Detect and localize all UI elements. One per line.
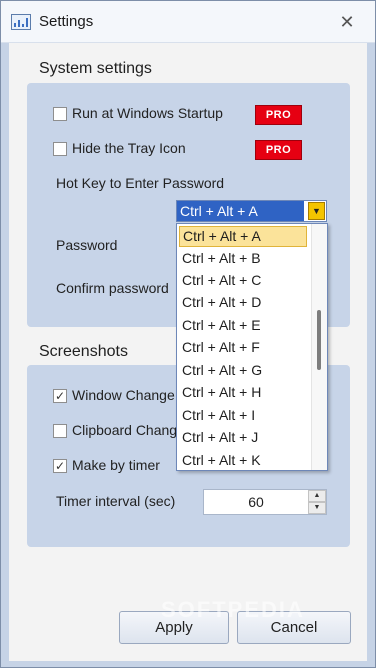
hide-tray-icon-label: Hide the Tray Icon [72, 140, 186, 156]
chevron-down-icon[interactable]: ▼ [308, 202, 325, 220]
timer-interval-spinner[interactable]: 60 ▲ ▼ [203, 489, 327, 515]
hotkey-selected-value[interactable]: Ctrl + Alt + A [177, 201, 304, 221]
hotkey-dropdown-list[interactable]: Ctrl + Alt + A Ctrl + Alt + B Ctrl + Alt… [176, 223, 328, 471]
timer-interval-label: Timer interval (sec) [56, 493, 176, 509]
run-at-startup-checkbox[interactable] [53, 107, 67, 121]
spin-down-icon[interactable]: ▼ [308, 502, 326, 514]
softpedia-watermark: SOFTPEDIA [161, 597, 305, 622]
hotkey-option[interactable]: Ctrl + Alt + B [179, 248, 307, 269]
make-by-timer-checkbox[interactable]: ✓ [53, 459, 67, 473]
hotkey-label: Hot Key to Enter Password [56, 175, 225, 191]
hotkey-option[interactable]: Ctrl + Alt + D [179, 292, 307, 313]
hotkey-option[interactable]: Ctrl + Alt + G [179, 360, 307, 381]
make-by-timer-label: Make by timer [72, 457, 160, 473]
title-bar[interactable]: Settings ✕ [1, 1, 375, 43]
hotkey-option[interactable]: Ctrl + Alt + C [179, 270, 307, 291]
clipboard-change-checkbox[interactable] [53, 424, 67, 438]
password-label: Password [56, 237, 118, 253]
timer-interval-value[interactable]: 60 [204, 490, 308, 514]
hotkey-option[interactable]: Ctrl + Alt + F [179, 337, 307, 358]
hotkey-option[interactable]: Ctrl + Alt + J [179, 427, 307, 448]
run-at-startup-label: Run at Windows Startup [72, 105, 223, 121]
window-title: Settings [39, 13, 94, 30]
scrollbar-thumb[interactable] [317, 310, 321, 370]
clipboard-change-label: Clipboard Change [72, 422, 185, 438]
window-change-checkbox[interactable]: ✓ [53, 389, 67, 403]
hotkey-option[interactable]: Ctrl + Alt + K [179, 450, 307, 470]
spin-up-icon[interactable]: ▲ [308, 490, 326, 502]
window-change-label: Window Change [72, 387, 175, 403]
run-at-startup-pro-badge[interactable]: PRO [255, 105, 302, 125]
hotkey-option[interactable]: Ctrl + Alt + I [179, 405, 307, 426]
settings-window: Settings ✕ System settings Run at Window… [0, 0, 376, 668]
system-settings-title: System settings [39, 60, 152, 77]
close-icon[interactable]: ✕ [335, 12, 359, 32]
confirm-password-label: Confirm password [56, 280, 169, 296]
hide-tray-icon-checkbox[interactable] [53, 142, 67, 156]
screenshots-title: Screenshots [39, 343, 128, 360]
hotkey-option[interactable]: Ctrl + Alt + A [179, 226, 307, 247]
hotkey-option[interactable]: Ctrl + Alt + H [179, 382, 307, 403]
dropdown-scrollbar[interactable] [311, 224, 327, 470]
hide-tray-icon-pro-badge[interactable]: PRO [255, 140, 302, 160]
hotkey-option[interactable]: Ctrl + Alt + E [179, 315, 307, 336]
hotkey-combobox[interactable]: Ctrl + Alt + A ▼ [176, 200, 327, 222]
app-chart-icon [11, 14, 31, 30]
